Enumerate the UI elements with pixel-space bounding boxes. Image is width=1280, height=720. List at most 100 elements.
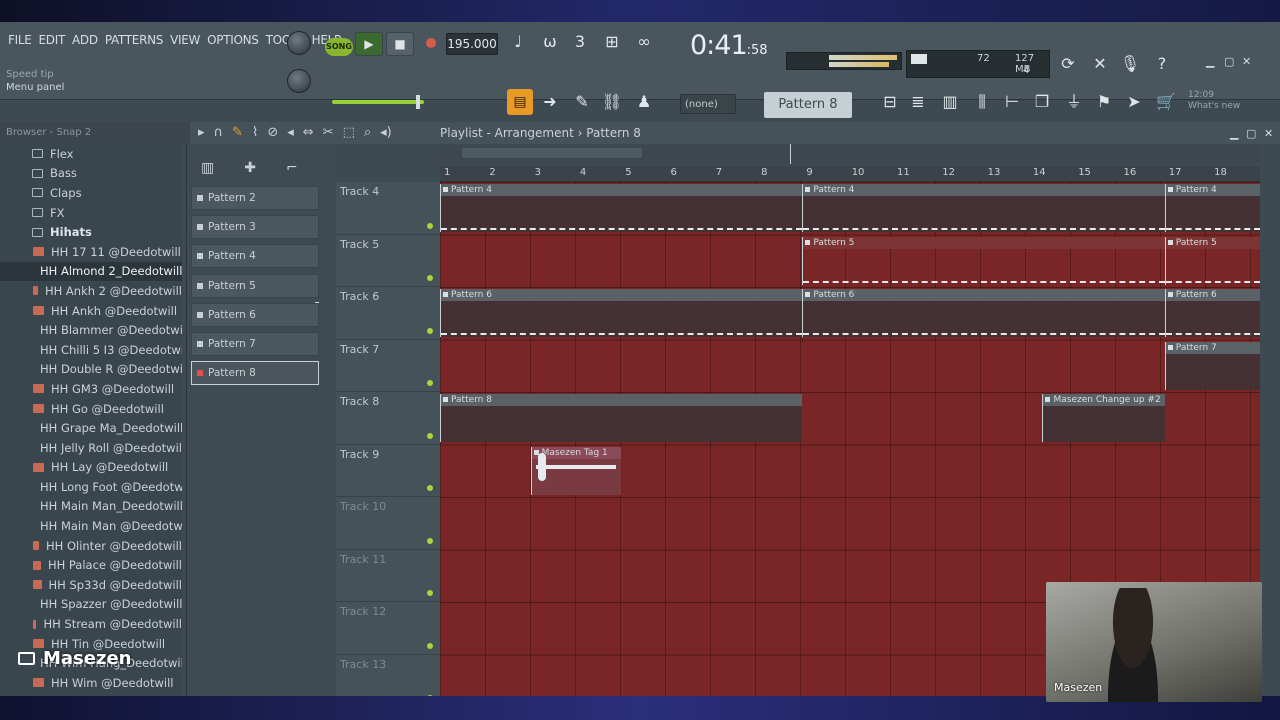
browser-file[interactable]: HH GM3 @Deedotwill	[0, 379, 182, 399]
menu-patterns[interactable]: PATTERNS	[105, 33, 164, 47]
browser-file[interactable]: HH Palace @Deedotwill	[0, 555, 182, 575]
browser-folder[interactable]: FX	[0, 203, 182, 223]
stamp-icon[interactable]: ♟	[632, 90, 656, 114]
tempo-display[interactable]: 195.000	[446, 33, 498, 55]
browser-file[interactable]: HH World Se_@Deedotwill	[0, 693, 182, 696]
microphone-icon[interactable]: 🎙	[1118, 52, 1142, 76]
pattern-item[interactable]: Pattern 3	[191, 215, 319, 240]
browser-file[interactable]: HH Almond 2_Deedotwill	[0, 261, 182, 282]
playlist-close-icon[interactable]: ✕	[1264, 127, 1273, 140]
browser-file[interactable]: HH Main Man @Deedotwill	[0, 516, 182, 536]
slice-icon[interactable]: ✂	[323, 125, 334, 140]
timeline-ruler[interactable]: 1 2 3 4 5 6 7 8 9 10 11 12 13 14 15 16 17 18	[440, 166, 1260, 182]
playlist-overview[interactable]	[440, 145, 1260, 163]
master-volume-slider[interactable]	[332, 95, 424, 109]
panic-icon[interactable]: ✕	[1088, 52, 1112, 76]
metronome-icon[interactable]: ♩	[506, 30, 530, 54]
browser-file[interactable]: HH Main Man_Deedotwill	[0, 497, 182, 517]
menu-options[interactable]: OPTIONS	[207, 33, 259, 47]
magnet-icon[interactable]: ∩	[214, 125, 224, 140]
refresh-icon[interactable]: ⟳	[1056, 52, 1080, 76]
export-icon[interactable]: ➤	[1122, 90, 1146, 114]
browser-file[interactable]: HH Jelly Roll @Deedotwill	[0, 438, 182, 458]
track-mute-led[interactable]	[427, 642, 433, 649]
slip-icon[interactable]: ⇔	[303, 125, 314, 140]
track-mute-led[interactable]	[427, 485, 433, 491]
track-mute-led[interactable]	[427, 590, 433, 596]
browser-file[interactable]: HH Stream @Deedotwill	[0, 614, 182, 634]
picker-view-icon[interactable]: ▥	[201, 160, 214, 176]
browser-file[interactable]: HH Lay @Deedotwill	[0, 458, 182, 478]
pattern-clip[interactable]: Pattern 5	[802, 236, 1165, 285]
pattern-item[interactable]: Pattern 6	[191, 302, 319, 327]
playlist-minimize-icon[interactable]: ▁	[1230, 127, 1238, 140]
pattern-clip[interactable]: Masezen Change up #2	[1042, 394, 1165, 442]
zoom-icon[interactable]: ⌕	[364, 125, 371, 140]
playlist-icon[interactable]: ⊟	[878, 90, 902, 114]
mixer-icon[interactable]: ⫼	[970, 90, 994, 114]
track-header[interactable]: Track 10	[336, 497, 440, 550]
pencil-icon[interactable]: ✎	[232, 125, 243, 140]
minimize-icon[interactable]: ▁	[1206, 55, 1214, 68]
track-header[interactable]: Track 11	[336, 549, 440, 602]
menu-view[interactable]: VIEW	[170, 33, 200, 47]
news-panel[interactable]: 12:09 What's new	[1188, 90, 1240, 112]
track-mute-led[interactable]	[427, 537, 433, 544]
track-header[interactable]: Track 4	[336, 182, 440, 235]
menu-add[interactable]: ADD	[72, 33, 98, 47]
copy-icon[interactable]: ❐	[1030, 90, 1054, 114]
select-icon[interactable]: ⬚	[343, 125, 355, 140]
menu-file[interactable]: FILE	[8, 33, 32, 47]
pattern-clip[interactable]: Pattern 4	[1164, 184, 1260, 232]
pattern-clip[interactable]: Pattern 6	[440, 289, 803, 337]
mute-icon[interactable]: ◂	[287, 125, 294, 140]
pattern-clip[interactable]: Pattern 7	[1164, 341, 1260, 390]
track-header[interactable]: Track 9	[336, 444, 440, 497]
pattern-clip[interactable]: Pattern 6	[802, 289, 1165, 337]
track-mute-led[interactable]	[427, 327, 433, 334]
play-arrow-icon[interactable]: ▸	[198, 125, 205, 140]
pattern-selector[interactable]: Pattern 8	[764, 92, 852, 118]
browser-file[interactable]: HH Ankh 2 @Deedotwill	[0, 281, 182, 301]
song-mode-toggle[interactable]: SONG	[325, 38, 353, 56]
link-icon[interactable]: ⛓	[600, 90, 624, 114]
playhead-marker[interactable]	[790, 144, 791, 164]
browser-file[interactable]: HH Spazzer @Deedotwill	[0, 595, 182, 615]
cart-icon[interactable]: 🛒	[1154, 90, 1178, 114]
browser-folder[interactable]: Bass	[0, 164, 182, 184]
paint-icon[interactable]: ✎	[570, 90, 594, 114]
track-header[interactable]: Track 7	[336, 339, 440, 392]
channel-selector[interactable]: (none)	[680, 94, 736, 114]
track-mute-led[interactable]	[427, 222, 433, 229]
channel-rack-icon[interactable]: ▥	[938, 90, 962, 114]
browser-file[interactable]: HH Chilli 5 I3 @Deedotwill	[0, 340, 182, 360]
browser-file[interactable]: HH 17 11 @Deedotwill	[0, 242, 182, 262]
pattern-item[interactable]: Pattern 2	[191, 186, 319, 210]
stop-button[interactable]: ■	[386, 32, 414, 56]
overview-thumb[interactable]	[462, 148, 642, 158]
master-volume-knob[interactable]	[287, 31, 311, 55]
track-header[interactable]: Track 12	[336, 602, 440, 655]
pattern-clip[interactable]: Pattern 8	[440, 394, 803, 442]
browser-file[interactable]: HH Olinter @Deedotwill	[0, 536, 182, 556]
piano-roll-icon[interactable]: ≣	[906, 90, 930, 114]
audio-clip[interactable]: Masezen Tag 1	[530, 446, 622, 495]
pattern-item[interactable]: Pattern 8	[191, 361, 319, 386]
help-icon[interactable]: ?	[1150, 52, 1174, 76]
playback-icon[interactable]: ◂)	[380, 125, 392, 140]
brush-icon[interactable]: ⌇	[252, 125, 258, 140]
track-mute-led[interactable]	[427, 275, 433, 281]
pattern-clip[interactable]: Pattern 5	[1164, 236, 1260, 285]
close-icon[interactable]: ✕	[1242, 55, 1251, 68]
tempo-icon[interactable]: ⚑	[1092, 90, 1116, 114]
loop-record-icon[interactable]: ∞	[632, 30, 656, 54]
pattern-item[interactable]: Pattern 7	[191, 332, 319, 356]
browser-file[interactable]: HH Go @Deedotwill	[0, 399, 182, 419]
browser-file[interactable]: HH Long Foot @Deedotwill	[0, 477, 182, 497]
browser-icon[interactable]: ⊢	[1000, 90, 1024, 114]
browser-file[interactable]: HH Wim @Deedotwill	[0, 673, 182, 693]
wait-input-icon[interactable]: ω	[538, 30, 562, 54]
browser-file[interactable]: HH Double R @Deedotwill	[0, 360, 182, 380]
track-mute-led[interactable]	[427, 695, 433, 696]
track-mute-led[interactable]	[427, 432, 433, 439]
